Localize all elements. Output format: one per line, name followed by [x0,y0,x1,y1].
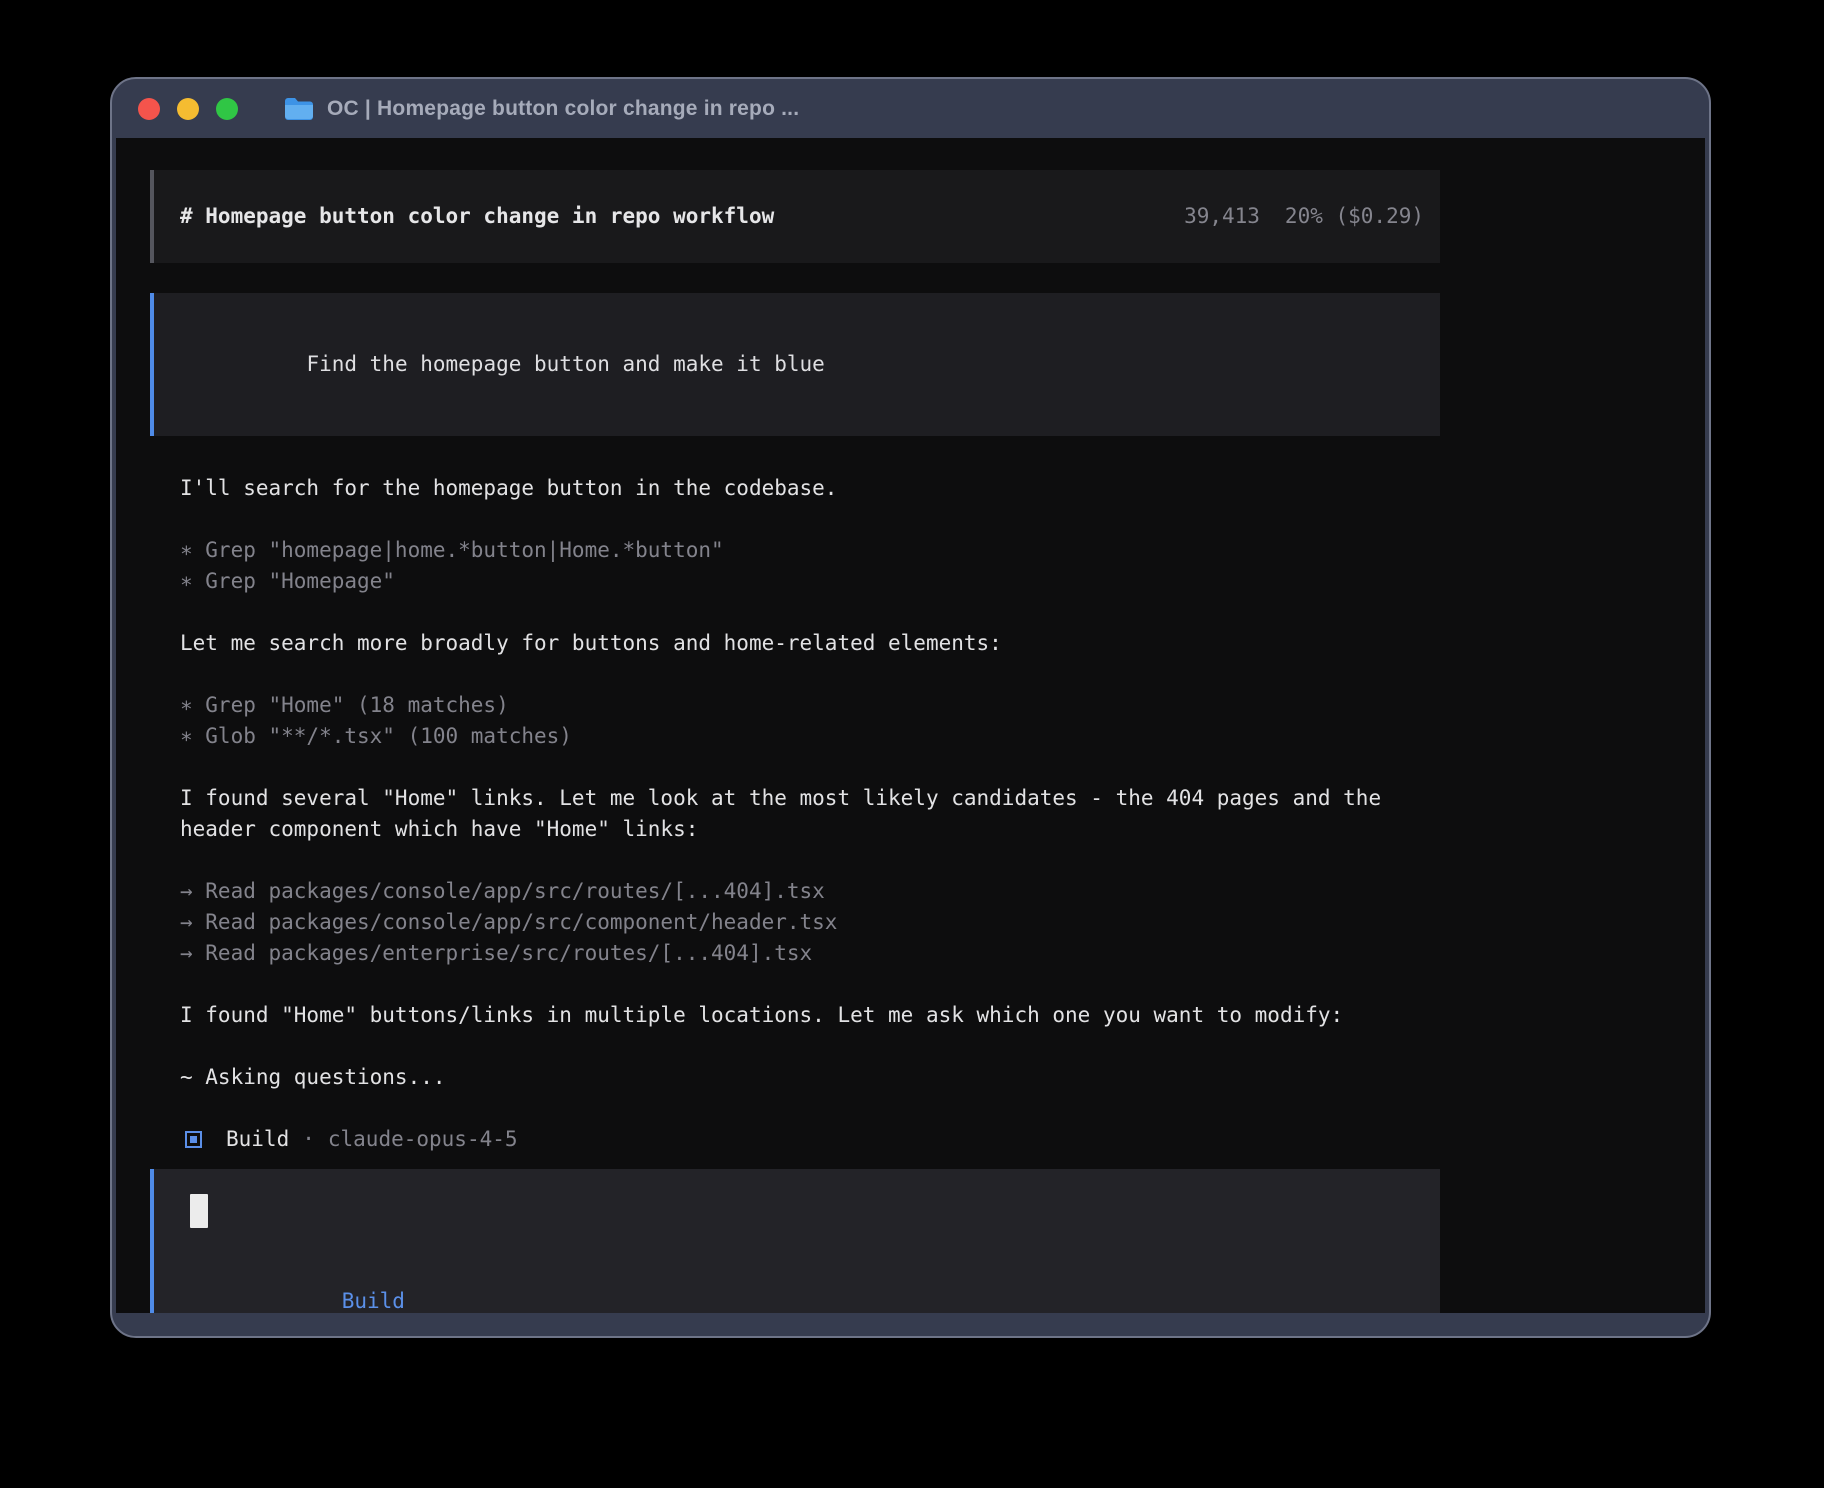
transcript: I'll search for the homepage button in t… [150,473,1440,1155]
text-cursor [190,1194,208,1228]
terminal-body: # Homepage button color change in repo w… [116,138,1705,1313]
spacer [180,969,1440,1000]
minimize-button[interactable] [177,98,199,120]
tool-call-grep: ∗ Grep "homepage|home.*button|Home.*butt… [180,535,1440,566]
spacer [180,659,1440,690]
agent-build-icon [185,1131,202,1148]
titlebar[interactable]: OC | Homepage button color change in rep… [112,79,1709,138]
tool-call-grep: ∗ Grep "Home" (18 matches) [180,690,1440,721]
prompt-input[interactable]: Build Claude Opus 4.5 OpenCode Zen [150,1169,1440,1313]
agent-name: Build [226,1124,289,1155]
context-cost: 20% ($0.29) [1285,204,1424,228]
user-message-text: Find the homepage button and make it blu… [306,352,824,376]
desktop: OC | Homepage button color change in rep… [0,0,1824,1488]
close-button[interactable] [138,98,160,120]
tool-call-grep: ∗ Grep "Homepage" [180,566,1440,597]
session-title: # Homepage button color change in repo w… [180,201,774,232]
tool-call-glob: ∗ Glob "**/*.tsx" (100 matches) [180,721,1440,752]
folder-icon [284,97,314,121]
traffic-lights [138,98,238,120]
window-title: OC | Homepage button color change in rep… [327,97,799,121]
assistant-text: I'll search for the homepage button in t… [180,473,1440,504]
agent-model: claude-opus-4-5 [328,1124,518,1155]
tool-call-read: → Read packages/console/app/src/componen… [180,907,1440,938]
spacer [180,1093,1440,1124]
spacer [180,504,1440,535]
assistant-text: header component which have "Home" links… [180,814,1440,845]
assistant-text: Let me search more broadly for buttons a… [180,628,1440,659]
assistant-text: I found several "Home" links. Let me loo… [180,783,1440,814]
separator-dot: · [302,1124,315,1155]
tool-call-read: → Read packages/console/app/src/routes/[… [180,876,1440,907]
assistant-status-text: ~ Asking questions... [180,1062,1440,1093]
spacer [180,1031,1440,1062]
input-status-line: Build Claude Opus 4.5 OpenCode Zen [190,1255,1424,1313]
mode-badge[interactable]: Build [342,1289,405,1313]
zoom-button[interactable] [216,98,238,120]
spacer [180,845,1440,876]
user-message: Find the homepage button and make it blu… [150,293,1440,436]
session-content: # Homepage button color change in repo w… [150,170,1440,1313]
spacer [180,597,1440,628]
session-header: # Homepage button color change in repo w… [150,170,1440,263]
spacer [180,752,1440,783]
session-stats: 39,413 20% ($0.29) [1184,201,1424,232]
assistant-text: I found "Home" buttons/links in multiple… [180,1000,1440,1031]
token-count: 39,413 [1184,204,1260,228]
agent-status-line: Build · claude-opus-4-5 [180,1124,1440,1155]
terminal-window: OC | Homepage button color change in rep… [110,77,1711,1338]
tool-call-read: → Read packages/enterprise/src/routes/[.… [180,938,1440,969]
